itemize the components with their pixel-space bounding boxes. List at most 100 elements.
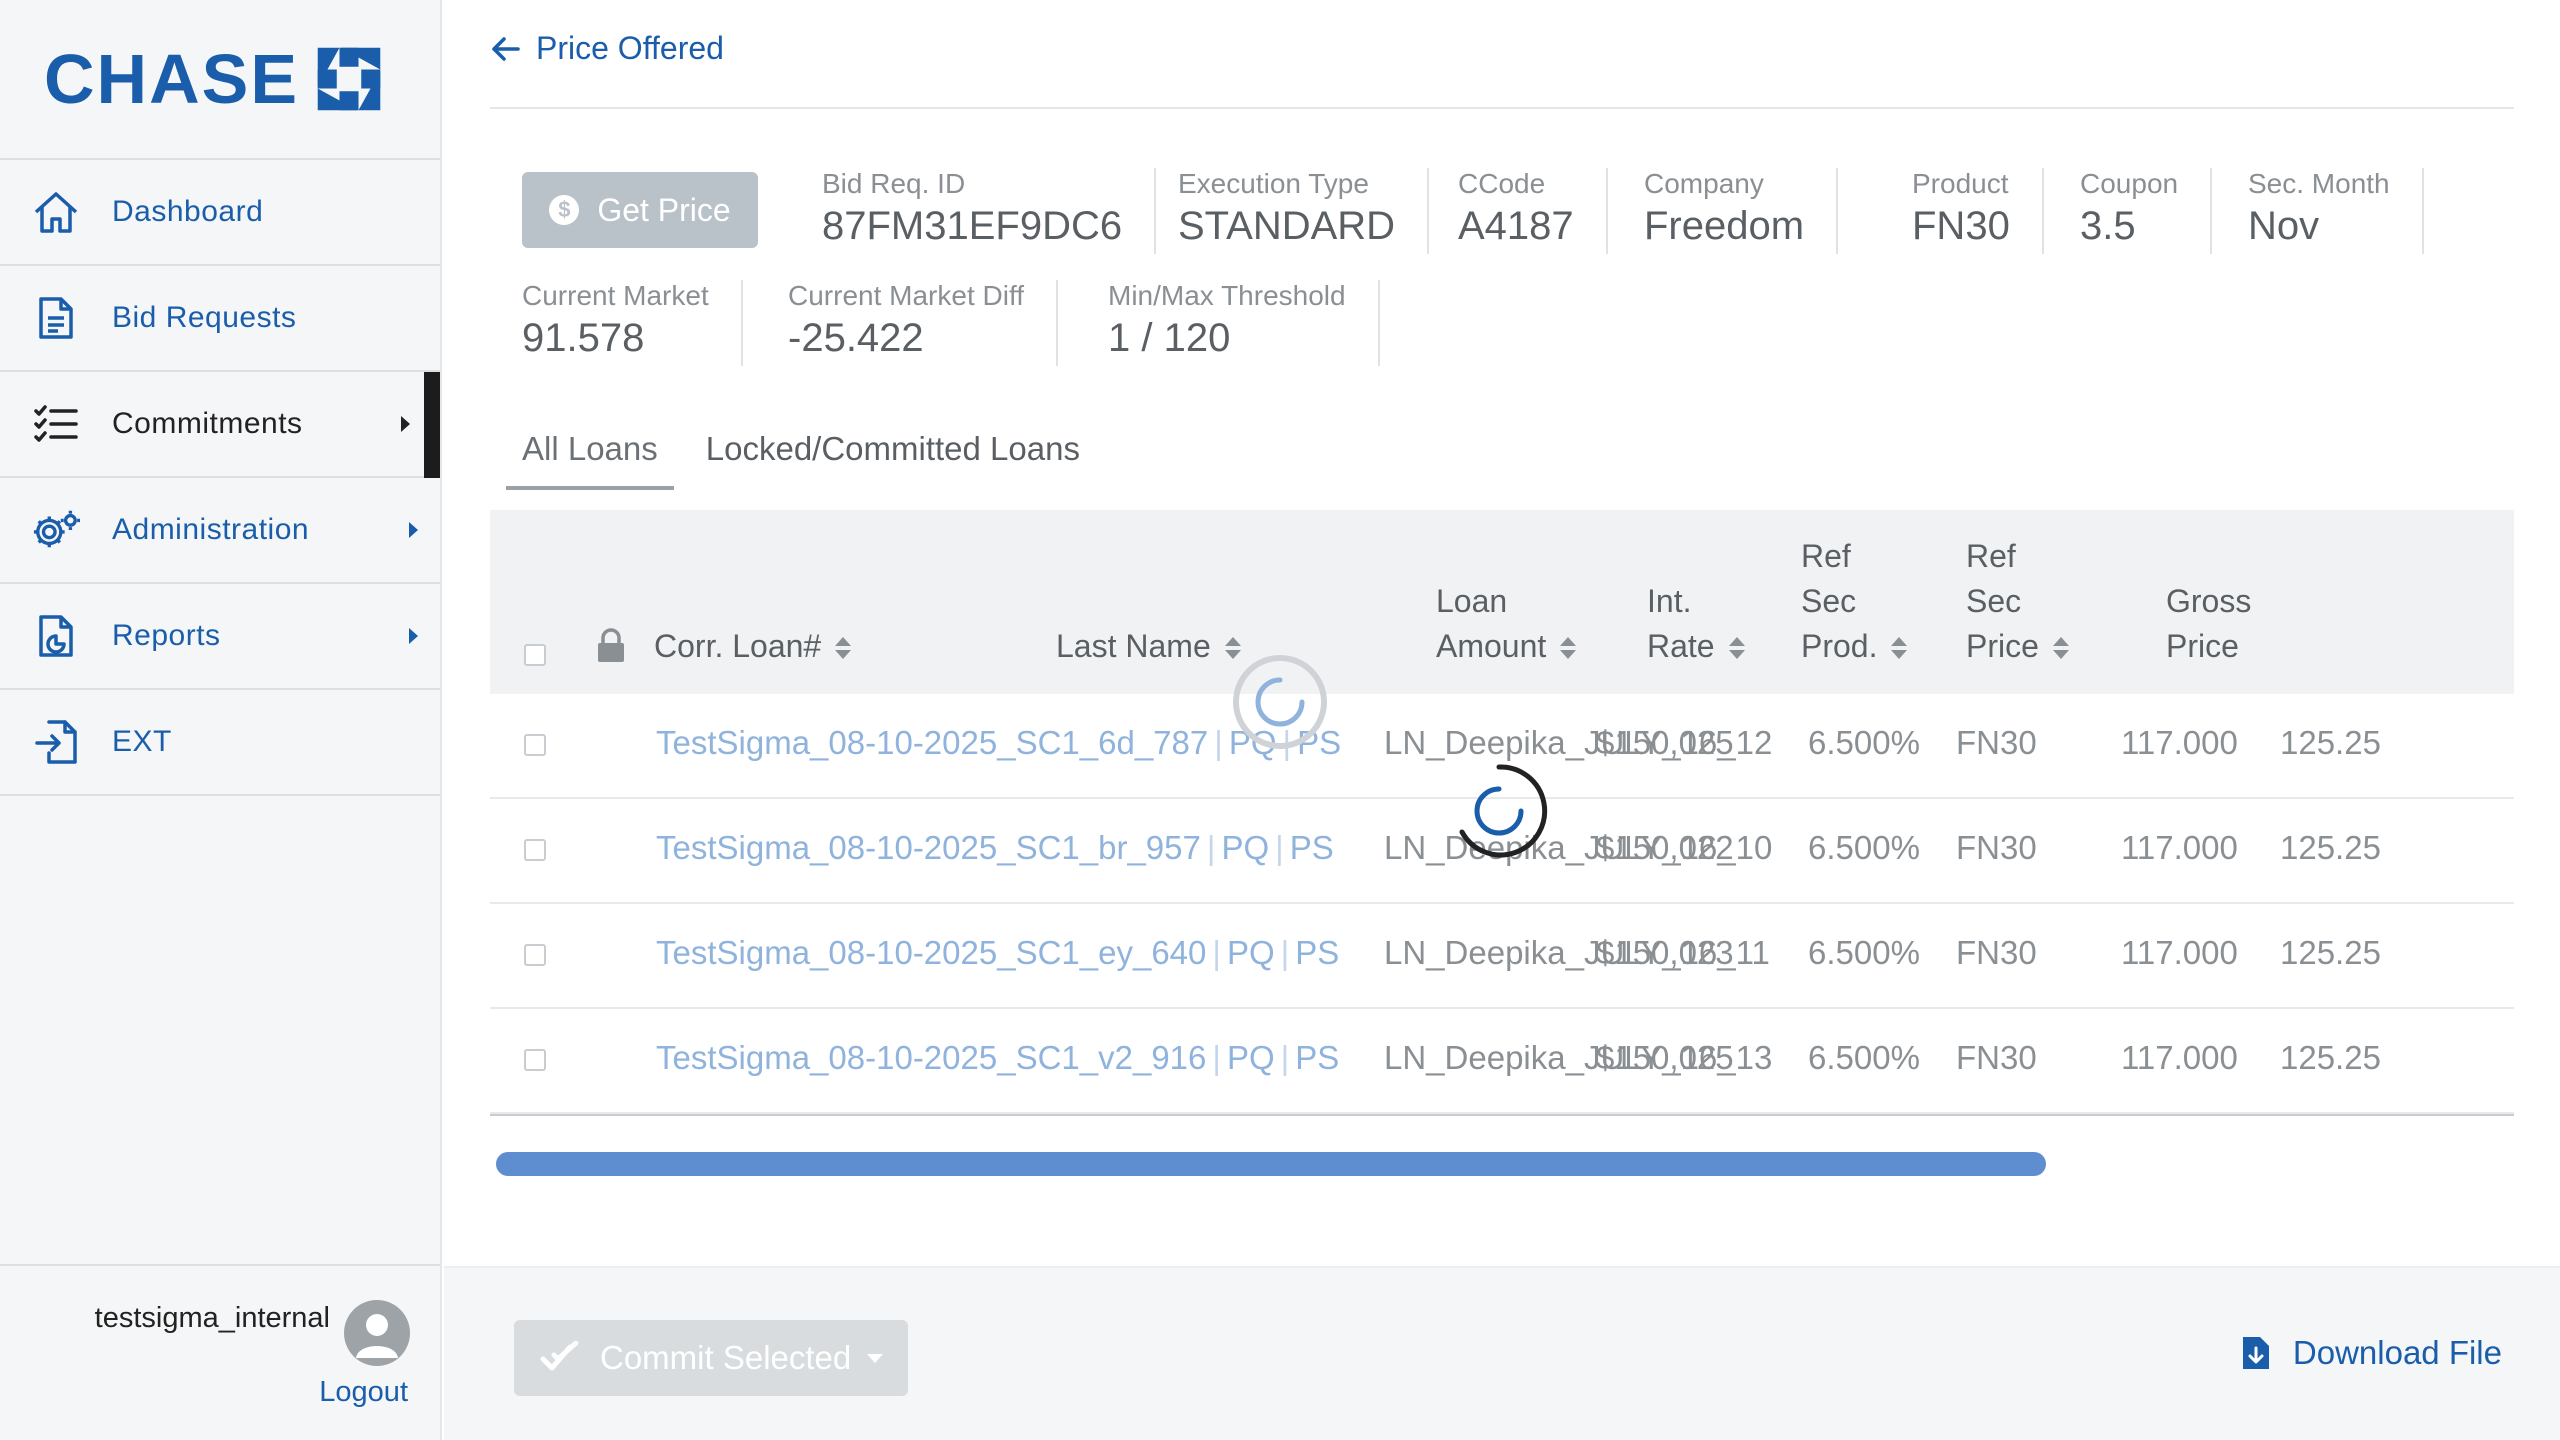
row-checkbox[interactable]: [524, 944, 546, 966]
sidebar-item-dashboard[interactable]: Dashboard: [0, 160, 440, 266]
download-file-button[interactable]: Download File: [2242, 1334, 2502, 1372]
int-rate-cell: 6.500%: [1808, 934, 1920, 971]
col-ref-sec-prod[interactable]: Ref Sec Prod.: [1801, 534, 1908, 669]
pq-link[interactable]: PQ: [1227, 1039, 1275, 1076]
table-row[interactable]: TestSigma_08-10-2025_SC1_v2_916 | PQ | PS LN…: [490, 1009, 2514, 1114]
ps-link[interactable]: PS: [1290, 829, 1334, 866]
separator: |: [1280, 1039, 1290, 1076]
sort-icon[interactable]: [1560, 636, 1577, 661]
tab-locked-committed-loans[interactable]: Locked/Committed Loans: [690, 420, 1096, 490]
col-last-name[interactable]: Last Name: [1056, 624, 1241, 669]
separator: |: [1212, 934, 1221, 971]
chase-logo[interactable]: CHASE: [0, 0, 440, 160]
col-ref-sec-price[interactable]: Ref Sec Price: [1966, 534, 2069, 669]
col-label: Sec: [1966, 583, 2022, 619]
ccode-field: CCode A4187: [1426, 168, 1608, 254]
brand-name: CHASE: [44, 40, 300, 118]
col-label: Loan: [1436, 583, 1508, 619]
col-loan-amount[interactable]: Loan Amount: [1436, 579, 1577, 669]
commit-selected-button[interactable]: Commit Selected: [514, 1320, 908, 1396]
col-corr-loan[interactable]: Corr. Loan#: [654, 624, 852, 669]
field-label: Product: [1912, 168, 2009, 199]
table-bottom-border: [490, 1114, 2514, 1116]
col-gross-price[interactable]: Gross Price: [2166, 579, 2251, 669]
row-checkbox[interactable]: [524, 734, 546, 756]
field-label: Sec. Month: [2248, 168, 2390, 199]
document-icon: [32, 294, 80, 342]
avatar[interactable]: [344, 1300, 410, 1366]
loan-link[interactable]: TestSigma_08-10-2025_SC1_ey_640: [656, 934, 1206, 971]
loan-amount-cell: $150,022: [1596, 829, 1734, 866]
loan-number-cell[interactable]: TestSigma_08-10-2025_SC1_ey_640 | PQ | PS: [656, 934, 1339, 972]
field-label: Company: [1644, 168, 1764, 199]
coupon-field: Coupon 3.5: [2048, 168, 2213, 254]
dollar-icon: $: [549, 195, 580, 225]
back-navigation[interactable]: Price Offered: [490, 30, 724, 67]
int-rate-cell: 6.500%: [1808, 724, 1920, 761]
sort-icon[interactable]: [2052, 636, 2069, 661]
sidebar-item-label: Commitments: [112, 407, 303, 440]
current-market-diff-field: Current Market Diff -25.422: [756, 280, 1058, 366]
loan-link[interactable]: TestSigma_08-10-2025_SC1_v2_916: [656, 1039, 1206, 1076]
loan-amount-cell: $150,023: [1596, 934, 1734, 971]
loan-link[interactable]: TestSigma_08-10-2025_SC1_6d_787: [656, 724, 1208, 761]
table-row[interactable]: TestSigma_08-10-2025_SC1_ey_640 | PQ | PS LN…: [490, 904, 2514, 1009]
chevron-down-icon: [867, 1353, 884, 1363]
col-label: Last Name: [1056, 628, 1211, 664]
sidebar-item-bid-requests[interactable]: Bid Requests: [0, 266, 440, 372]
row-checkbox[interactable]: [524, 839, 546, 861]
field-value: A4187: [1458, 204, 1574, 248]
field-value: STANDARD: [1178, 204, 1396, 248]
sort-icon[interactable]: [835, 636, 852, 661]
separator: |: [1275, 829, 1284, 866]
chevron-right-icon: [409, 522, 418, 538]
sidebar-item-ext[interactable]: EXT: [0, 690, 440, 796]
sidebar-item-reports[interactable]: Reports: [0, 584, 440, 690]
field-value: 91.578: [522, 316, 645, 360]
field-value: FN30: [1912, 204, 2010, 248]
pq-link[interactable]: PQ: [1227, 934, 1275, 971]
field-label: Min/Max Threshold: [1108, 280, 1346, 311]
separator: |: [1206, 829, 1216, 866]
col-label: Price: [1966, 628, 2039, 664]
field-value: 87FM31EF9DC6: [822, 204, 1123, 248]
sort-icon[interactable]: [1224, 636, 1241, 661]
tab-all-loans[interactable]: All Loans: [506, 420, 674, 490]
gross-price-cell: 125.25: [2280, 934, 2381, 971]
sidebar: CHASE Dashboard Bid Requests Commitments: [0, 0, 442, 1440]
lock-icon: [598, 628, 624, 662]
select-all-checkbox[interactable]: [524, 644, 546, 666]
separator: |: [1214, 724, 1223, 761]
pq-link[interactable]: PQ: [1221, 829, 1269, 866]
col-label: Ref: [1966, 538, 2016, 574]
row-checkbox[interactable]: [524, 1049, 546, 1071]
ref-sec-prod-cell: FN30: [1956, 934, 2037, 971]
ref-sec-price-cell: 117.000: [2121, 829, 2238, 866]
horizontal-scrollbar[interactable]: [496, 1152, 2046, 1176]
gross-price-cell: 125.25: [2280, 724, 2381, 761]
loan-number-cell[interactable]: TestSigma_08-10-2025_SC1_br_957 | PQ | PS: [656, 829, 1334, 867]
col-label: Rate: [1647, 628, 1715, 664]
col-int-rate[interactable]: Int. Rate: [1647, 579, 1745, 669]
download-icon: [2242, 1337, 2269, 1369]
bid-req-id-field: Bid Req. ID 87FM31EF9DC6: [790, 168, 1157, 254]
field-value: 1 / 120: [1108, 316, 1231, 360]
sort-icon[interactable]: [1728, 636, 1745, 661]
ref-sec-price-cell: 117.000: [2121, 1039, 2238, 1076]
sidebar-item-commitments[interactable]: Commitments: [0, 372, 440, 478]
sidebar-item-administration[interactable]: Administration: [0, 478, 440, 584]
logout-link[interactable]: Logout: [319, 1376, 408, 1409]
field-value: -25.422: [788, 316, 924, 360]
field-label: CCode: [1458, 168, 1546, 199]
chevron-right-icon: [409, 628, 418, 644]
loan-number-cell[interactable]: TestSigma_08-10-2025_SC1_v2_916 | PQ | PS: [656, 1039, 1339, 1077]
loan-link[interactable]: TestSigma_08-10-2025_SC1_br_957: [656, 829, 1201, 866]
ps-link[interactable]: PS: [1295, 1039, 1339, 1076]
sort-icon[interactable]: [1891, 636, 1908, 661]
ps-link[interactable]: PS: [1295, 934, 1339, 971]
home-icon: [32, 188, 80, 236]
col-label: Corr. Loan#: [654, 628, 822, 664]
arrow-left-icon[interactable]: [490, 33, 522, 65]
gross-price-cell: 125.25: [2280, 829, 2381, 866]
get-price-button[interactable]: $ Get Price: [522, 172, 758, 248]
